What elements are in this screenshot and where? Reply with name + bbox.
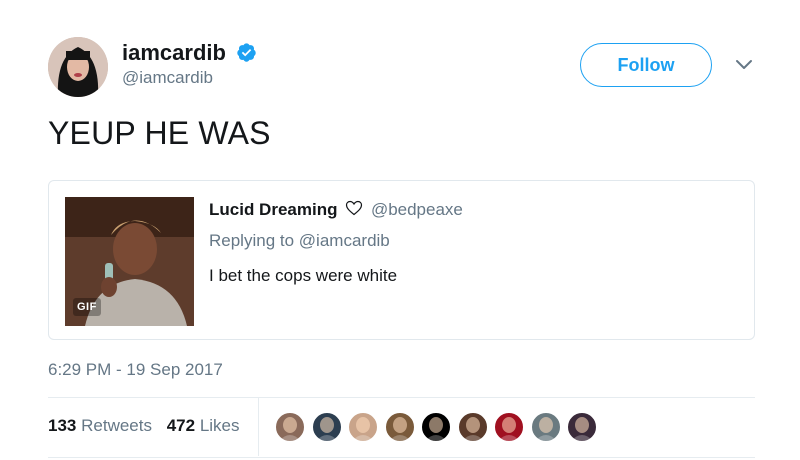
likes-stat[interactable]: 472 Likes bbox=[167, 416, 240, 435]
liker-avatar[interactable] bbox=[456, 411, 489, 443]
likes-label: Likes bbox=[199, 416, 240, 435]
liker-avatar[interactable] bbox=[274, 411, 306, 443]
retweets-stat[interactable]: 133 Retweets bbox=[48, 416, 152, 435]
retweets-label: Retweets bbox=[81, 416, 152, 435]
engagement-stats: 133 Retweets 472 Likes bbox=[48, 416, 240, 436]
quoted-author-handle: @bedpeaxe bbox=[370, 200, 463, 219]
verified-badge-icon bbox=[237, 43, 256, 62]
liker-avatar[interactable] bbox=[347, 411, 379, 443]
liker-avatar[interactable] bbox=[493, 411, 525, 443]
tweet-text: YEUP HE WAS bbox=[48, 115, 271, 151]
divider bbox=[48, 397, 755, 398]
gif-badge: GIF bbox=[73, 298, 101, 316]
author-name[interactable]: iamcardib bbox=[122, 40, 226, 66]
follow-button[interactable]: Follow bbox=[580, 43, 712, 87]
liker-avatar[interactable] bbox=[420, 411, 452, 443]
replying-to-line: Replying to @iamcardib bbox=[209, 231, 390, 251]
author-avatar[interactable] bbox=[48, 37, 108, 97]
quoted-tweet-text: I bet the cops were white bbox=[209, 266, 398, 285]
stats-separator bbox=[258, 398, 259, 456]
liker-avatar[interactable] bbox=[566, 411, 598, 443]
tweet-timestamp[interactable]: 6:29 PM - 19 Sep 2017 bbox=[48, 360, 223, 380]
quoted-tweet[interactable]: GIF Lucid Dreaming @bedpeaxe Replying to… bbox=[48, 180, 755, 340]
liker-avatar[interactable] bbox=[383, 411, 416, 443]
divider bbox=[48, 457, 755, 458]
replying-to-label: Replying to bbox=[209, 231, 295, 250]
likes-count: 472 bbox=[166, 416, 196, 435]
author-handle[interactable]: @iamcardib bbox=[122, 68, 213, 88]
quoted-tweet-gif[interactable]: GIF bbox=[65, 197, 194, 326]
quoted-tweet-header: Lucid Dreaming @bedpeaxe bbox=[209, 200, 463, 220]
quoted-author-name: Lucid Dreaming bbox=[209, 200, 338, 219]
chevron-down-icon[interactable] bbox=[735, 58, 753, 72]
liker-avatar[interactable] bbox=[529, 411, 562, 443]
heart-outline-icon bbox=[346, 200, 363, 216]
liker-avatar[interactable] bbox=[310, 411, 343, 443]
retweets-count: 133 bbox=[48, 416, 77, 435]
replying-to-link[interactable]: @iamcardib bbox=[299, 231, 390, 250]
